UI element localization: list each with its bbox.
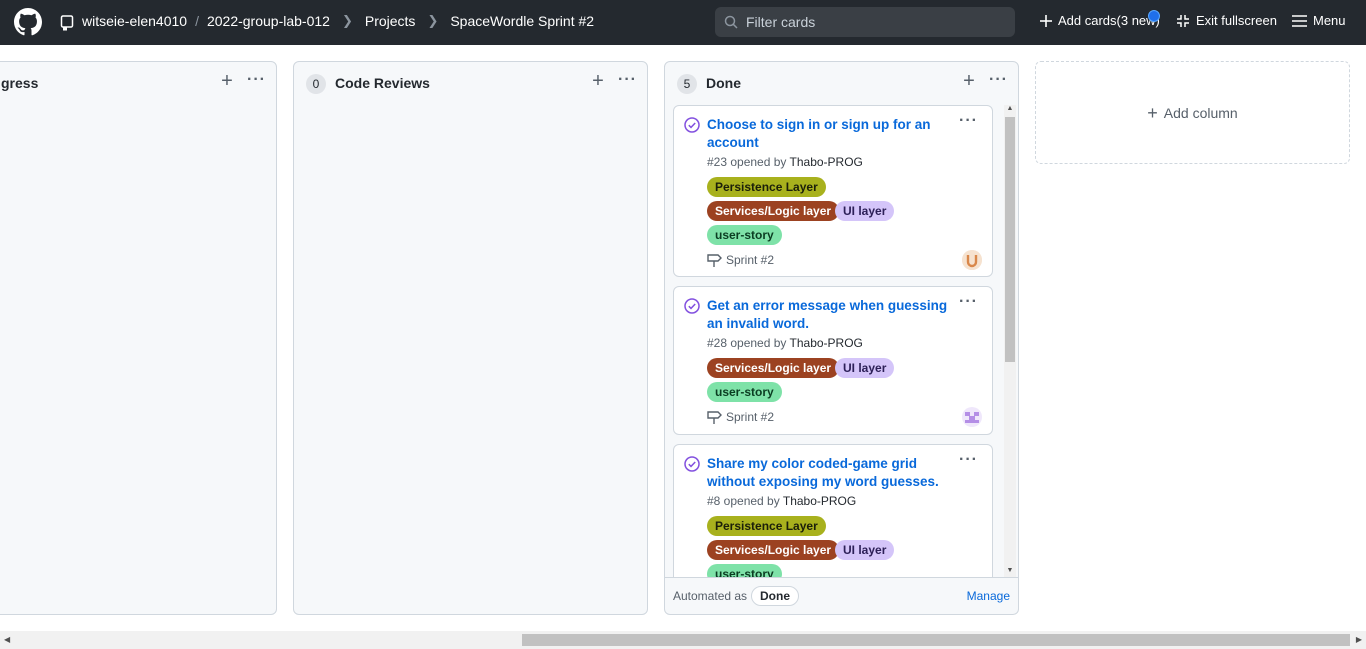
scrollbar-thumb[interactable]	[1005, 117, 1015, 362]
board-title[interactable]: SpaceWordle Sprint #2	[450, 13, 594, 29]
add-card-plus-icon[interactable]: +	[219, 71, 235, 91]
exit-fullscreen-button[interactable]: Exit fullscreen	[1176, 13, 1277, 28]
plus-icon: +	[1147, 102, 1158, 123]
label-persistence-layer[interactable]: Persistence Layer	[707, 177, 826, 197]
issue-title-link[interactable]: Share my color coded-game grid without e…	[707, 455, 957, 491]
menu-button[interactable]: Menu	[1292, 13, 1346, 28]
manage-automation-link[interactable]: Manage	[967, 589, 1010, 603]
projects-link[interactable]: Projects	[365, 13, 416, 29]
scroll-left-arrow-icon[interactable]: ◀	[4, 635, 10, 644]
minimize-icon	[1177, 14, 1189, 27]
chevron-right-icon: ❯	[427, 13, 439, 28]
search-icon	[724, 15, 738, 29]
automated-as-label: Automated as	[673, 589, 748, 603]
add-column-button[interactable]: + Add column	[1035, 61, 1350, 164]
new-cards-indicator	[1148, 10, 1160, 22]
column-more-icon[interactable]: ···	[989, 72, 1007, 91]
label-persistence-layer[interactable]: Persistence Layer	[707, 516, 826, 536]
column-header: gress + ···	[0, 62, 276, 104]
assignee-avatar[interactable]	[962, 407, 982, 427]
issue-meta: #28 opened by Thabo-PROG	[707, 336, 863, 350]
issue-author-link[interactable]: Thabo-PROG	[790, 155, 863, 169]
breadcrumb-separator: /	[195, 13, 199, 29]
closed-issue-check-icon	[684, 456, 700, 472]
github-logo-icon[interactable]	[14, 8, 42, 36]
issue-title-link[interactable]: Choose to sign in or sign up for an acco…	[707, 116, 957, 152]
chevron-right-icon: ❯	[341, 13, 353, 28]
avatar-image	[962, 250, 982, 270]
issue-title-link[interactable]: Get an error message when guessing an in…	[707, 297, 957, 333]
issue-card[interactable]: Get an error message when guessing an in…	[673, 286, 993, 435]
horizontal-scrollbar-thumb[interactable]	[522, 634, 1350, 646]
column-in-progress: gress + ···	[0, 61, 277, 615]
plus-icon	[1040, 14, 1052, 27]
milestone-icon	[707, 254, 722, 267]
column-title: Done	[706, 75, 741, 91]
horizontal-scrollbar[interactable]: ◀ ▶	[0, 631, 1366, 649]
issue-author-link[interactable]: Thabo-PROG	[783, 494, 856, 508]
label-user-story[interactable]: user-story	[707, 564, 782, 577]
label-services-logic-layer[interactable]: Services/Logic layer	[707, 358, 840, 378]
owner-link[interactable]: witseie-elen4010	[82, 13, 187, 29]
milestone-icon	[707, 411, 722, 424]
filter-cards-input[interactable]	[746, 12, 1006, 32]
column-code-reviews: 0 Code Reviews + ···	[293, 61, 648, 615]
column-header: 5 Done + ···	[665, 62, 1018, 104]
scroll-down-arrow-icon[interactable]: ▼	[1006, 567, 1014, 577]
issue-card[interactable]: Share my color coded-game grid without e…	[673, 444, 993, 577]
label-user-story[interactable]: user-story	[707, 225, 782, 245]
cards-scrollbar[interactable]: ▲ ▼	[1004, 105, 1016, 577]
label-user-story[interactable]: user-story	[707, 382, 782, 402]
app-header: witseie-elen4010 / 2022-group-lab-012 ❯ …	[0, 0, 1366, 45]
column-footer: Automated as Done Manage	[665, 577, 1018, 614]
column-header: 0 Code Reviews + ···	[294, 62, 647, 104]
column-card-count: 0	[306, 74, 326, 94]
issue-card[interactable]: Choose to sign in or sign up for an acco…	[673, 105, 993, 277]
issue-author-link[interactable]: Thabo-PROG	[790, 336, 863, 350]
column-done: 5 Done + ··· Choose to sign in or sign u…	[664, 61, 1019, 615]
column-title: Code Reviews	[335, 75, 430, 91]
card-more-icon[interactable]: ···	[959, 113, 978, 129]
add-column-label: Add column	[1163, 104, 1238, 121]
issue-number: #8 opened by	[707, 494, 780, 508]
card-more-icon[interactable]: ···	[959, 452, 978, 468]
column-more-icon[interactable]: ···	[247, 72, 265, 91]
column-title: gress	[1, 75, 39, 91]
add-card-plus-icon[interactable]: +	[961, 71, 977, 91]
issue-meta: #8 opened by Thabo-PROG	[707, 494, 856, 508]
scroll-up-arrow-icon[interactable]: ▲	[1006, 105, 1014, 115]
column-card-count: 5	[677, 74, 697, 94]
label-ui-layer[interactable]: UI layer	[835, 358, 895, 378]
milestone-label: Sprint #2	[726, 410, 775, 424]
automation-badge: Done	[751, 586, 799, 606]
milestone-label: Sprint #2	[726, 253, 775, 267]
filter-cards-box[interactable]	[715, 7, 1015, 37]
label-ui-layer[interactable]: UI layer	[835, 540, 895, 560]
milestone[interactable]: Sprint #2	[707, 253, 774, 267]
add-cards-button[interactable]: Add cards(3 new)	[1040, 13, 1160, 28]
repo-link[interactable]: 2022-group-lab-012	[207, 13, 330, 29]
assignee-avatar[interactable]	[962, 250, 982, 270]
repo-icon	[60, 15, 74, 31]
label-services-logic-layer[interactable]: Services/Logic layer	[707, 540, 840, 560]
issue-number: #28 opened by	[707, 336, 787, 350]
milestone[interactable]: Sprint #2	[707, 410, 774, 424]
hamburger-icon	[1292, 14, 1307, 27]
issue-meta: #23 opened by Thabo-PROG	[707, 155, 863, 169]
add-cards-label: Add cards(3 new)	[1058, 13, 1160, 28]
add-card-plus-icon[interactable]: +	[590, 71, 606, 91]
issue-number: #23 opened by	[707, 155, 787, 169]
cards-list: Choose to sign in or sign up for an acco…	[673, 105, 994, 577]
scroll-right-arrow-icon[interactable]: ▶	[1356, 635, 1362, 644]
label-ui-layer[interactable]: UI layer	[835, 201, 895, 221]
closed-issue-check-icon	[684, 117, 700, 133]
exit-fullscreen-label: Exit fullscreen	[1196, 13, 1277, 28]
column-more-icon[interactable]: ···	[618, 72, 636, 91]
breadcrumb: witseie-elen4010 / 2022-group-lab-012 ❯ …	[82, 13, 594, 29]
avatar-image	[962, 407, 982, 427]
closed-issue-check-icon	[684, 298, 700, 314]
card-more-icon[interactable]: ···	[959, 294, 978, 310]
label-services-logic-layer[interactable]: Services/Logic layer	[707, 201, 840, 221]
menu-label: Menu	[1313, 13, 1346, 28]
